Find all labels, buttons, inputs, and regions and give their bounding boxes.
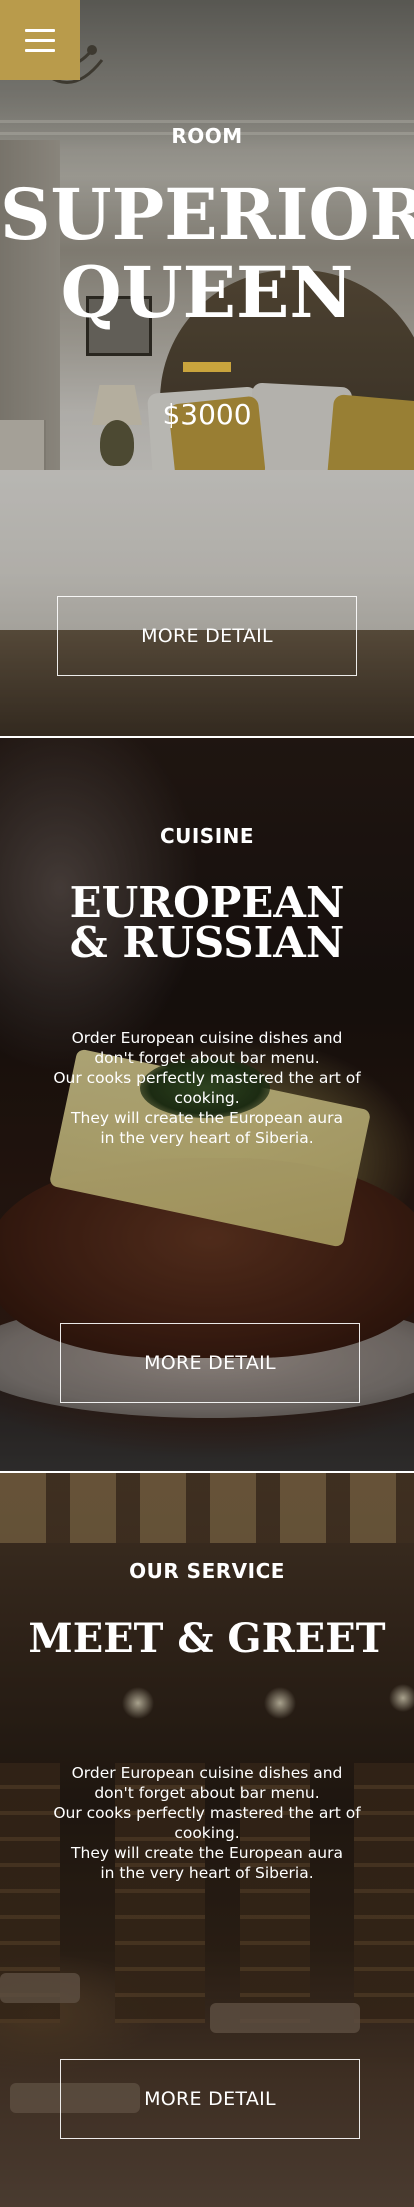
- cuisine-more-detail-button[interactable]: MORE DETAIL: [60, 1323, 360, 1403]
- description-line: in the very heart of Siberia.: [100, 1864, 314, 1882]
- service-description: Order European cuisine dishes and don't …: [20, 1763, 394, 1883]
- service-more-detail-button[interactable]: MORE DETAIL: [60, 2059, 360, 2139]
- cuisine-section: CUISINE EUROPEAN & RUSSIAN Order Europea…: [0, 738, 414, 1471]
- page: ROOM SUPERIOR QUEEN $3000 MORE DETAIL CU…: [0, 0, 414, 2207]
- accent-bar: [183, 362, 231, 372]
- description-line: don't forget about bar menu.: [94, 1784, 320, 1802]
- service-title: MEET & GREET: [28, 1615, 386, 1662]
- room-more-detail-button[interactable]: MORE DETAIL: [57, 596, 357, 676]
- description-line: Order European cuisine dishes and: [71, 1029, 343, 1047]
- section-kicker: ROOM: [171, 124, 243, 148]
- cuisine-title-line2: & RUSSIAN: [69, 918, 345, 967]
- hamburger-icon: [25, 28, 55, 32]
- cuisine-description: Order European cuisine dishes and don't …: [20, 1028, 394, 1148]
- description-line: Our cooks perfectly mastered the art of …: [53, 1069, 361, 1107]
- service-section: OUR SERVICE MEET & GREET Order European …: [0, 1473, 414, 2207]
- description-line: Order European cuisine dishes and: [71, 1764, 343, 1782]
- hamburger-icon: [25, 48, 55, 52]
- description-line: They will create the European aura: [71, 1109, 343, 1127]
- hamburger-icon: [25, 38, 55, 42]
- room-title-line1: SUPERIOR: [0, 173, 414, 256]
- section-kicker: CUISINE: [159, 824, 255, 848]
- room-price: $3000: [162, 398, 252, 431]
- room-title-line2: QUEEN: [60, 251, 354, 334]
- room-section: ROOM SUPERIOR QUEEN $3000 MORE DETAIL: [0, 0, 414, 736]
- description-line: in the very heart of Siberia.: [100, 1129, 314, 1147]
- description-line: don't forget about bar menu.: [94, 1049, 320, 1067]
- section-kicker: OUR SERVICE: [129, 1559, 285, 1583]
- menu-button[interactable]: [0, 0, 80, 80]
- description-line: They will create the European aura: [71, 1844, 343, 1862]
- description-line: Our cooks perfectly mastered the art of …: [53, 1804, 361, 1842]
